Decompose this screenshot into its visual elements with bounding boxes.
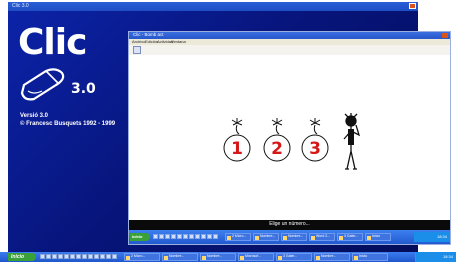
activity-window: Clic - Bomb act Archivo Edición Activida… xyxy=(128,31,451,245)
quick-launch-icon[interactable] xyxy=(70,254,75,259)
inner-taskbar-button[interactable]: Nombre... xyxy=(253,233,279,241)
taskbar-button-label: 2 Micro... xyxy=(131,254,146,258)
bomb-1-label: 1 xyxy=(231,139,243,159)
quick-launch-icon[interactable] xyxy=(82,254,87,259)
quick-launch-icon[interactable] xyxy=(183,234,188,239)
inner-taskbar-button-label: Word 2... xyxy=(316,234,331,238)
quick-launch-icon[interactable] xyxy=(213,234,218,239)
taskbar-button-label: Nombre... xyxy=(321,254,337,258)
quick-launch-icon[interactable] xyxy=(88,254,93,259)
inner-taskbar-button-label: 3 Galer... xyxy=(344,234,359,238)
clic-logo-text: Clic xyxy=(18,22,87,63)
menu-item-ventana[interactable]: Ventana xyxy=(171,39,186,44)
inner-taskbar-button-label: 2 Micro... xyxy=(232,234,247,238)
menu-item-archivo[interactable]: Archivo xyxy=(132,39,145,44)
version-text: Versió 3.0 xyxy=(20,113,49,119)
window-icon xyxy=(283,235,287,240)
inner-taskbar-button-label: Nombre... xyxy=(260,234,276,238)
quick-launch-icon[interactable] xyxy=(153,234,158,239)
start-button[interactable]: Inicio xyxy=(8,253,36,261)
bomb-2-label: 2 xyxy=(271,139,283,159)
window-icon xyxy=(255,235,259,240)
window-icon xyxy=(164,255,168,260)
inner-clock: 18:34 xyxy=(436,234,447,239)
quick-launch-icon[interactable] xyxy=(46,254,51,259)
page-icon[interactable] xyxy=(133,46,141,54)
window-icon xyxy=(202,255,206,260)
window-icon xyxy=(354,255,358,260)
quick-launch-icon[interactable] xyxy=(52,254,57,259)
bomb-3[interactable]: 3 xyxy=(291,117,341,167)
taskbar-button[interactable]: Nombre... xyxy=(200,253,236,261)
thinking-person-icon xyxy=(343,113,361,170)
inner-taskbar-button[interactable]: Word 2... xyxy=(309,233,335,241)
bomb-3-label: 3 xyxy=(309,139,321,159)
splash-titlebar[interactable]: Clic 3.0 xyxy=(8,2,418,11)
inner-start-label: Inicio xyxy=(132,234,143,239)
window-icon xyxy=(367,235,371,240)
taskbar-button[interactable]: 2 Micro... xyxy=(124,253,160,261)
quick-launch-icon[interactable] xyxy=(177,234,182,239)
quick-launch-icon[interactable] xyxy=(201,234,206,239)
window-icon xyxy=(227,235,231,240)
mouse-logo-icon xyxy=(20,68,65,101)
taskbar-button-label: 3 Galer... xyxy=(283,254,298,258)
taskbar-button-label: Nombre... xyxy=(169,254,185,258)
window-icon xyxy=(126,255,130,260)
inner-start-button[interactable]: Inicio xyxy=(130,233,150,241)
quick-launch-icon[interactable] xyxy=(100,254,105,259)
taskbar-button[interactable]: Nombre... xyxy=(314,253,350,261)
inner-taskbar-button-label: Inicio xyxy=(372,234,381,238)
activity-window-title: Clic - Bomb act xyxy=(133,32,164,37)
taskbar-button[interactable]: Nombre... xyxy=(162,253,198,261)
quick-launch-icon[interactable] xyxy=(189,234,194,239)
window-icon xyxy=(278,255,282,260)
quick-launch-icon[interactable] xyxy=(64,254,69,259)
activity-titlebar[interactable]: Clic - Bomb act xyxy=(129,32,450,39)
instruction-bar: Elige un número... xyxy=(129,220,450,230)
instruction-text: Elige un número... xyxy=(269,221,310,227)
quick-launch-icon[interactable] xyxy=(165,234,170,239)
taskbar-button-label: Microsof... xyxy=(245,254,262,258)
taskbar-button[interactable]: Microsof... xyxy=(238,253,274,261)
quick-launch-icon[interactable] xyxy=(76,254,81,259)
logo-version: 3.0 xyxy=(71,81,96,97)
system-tray: 18:34 xyxy=(415,252,456,262)
window-icon xyxy=(316,255,320,260)
quick-launch-icon[interactable] xyxy=(106,254,111,259)
close-icon[interactable] xyxy=(442,33,448,38)
inner-system-tray: 18:34 xyxy=(414,232,450,242)
window-icon xyxy=(339,235,343,240)
inner-taskbar: Inicio 2 Micro... Nombre... Nombre... Wo… xyxy=(129,230,450,244)
quick-launch-icon[interactable] xyxy=(40,254,45,259)
quick-launch-icon[interactable] xyxy=(171,234,176,239)
window-icon xyxy=(311,235,315,240)
quick-launch-icon[interactable] xyxy=(112,254,117,259)
copyright-text: © Francesc Busquets 1992 - 1999 xyxy=(20,121,116,127)
taskbar-button[interactable]: Inicio xyxy=(352,253,388,261)
start-label: Inicio xyxy=(11,254,25,260)
inner-taskbar-button-label: Nombre... xyxy=(288,234,304,238)
activity-stage: 1 2 3 xyxy=(129,55,450,220)
quick-launch-icon[interactable] xyxy=(58,254,63,259)
quick-launch-icon[interactable] xyxy=(159,234,164,239)
window-icon xyxy=(240,255,244,260)
quick-launch-icon[interactable] xyxy=(207,234,212,239)
inner-taskbar-button[interactable]: 2 Micro... xyxy=(225,233,251,241)
clock: 18:34 xyxy=(442,254,453,259)
taskbar-button-label: Inicio xyxy=(359,254,368,258)
splash-window-title: Clic 3.0 xyxy=(12,3,29,9)
inner-taskbar-button[interactable]: 3 Galer... xyxy=(337,233,363,241)
quick-launch-icon[interactable] xyxy=(195,234,200,239)
taskbar-button[interactable]: 3 Galer... xyxy=(276,253,312,261)
close-icon[interactable] xyxy=(409,3,416,9)
inner-taskbar-button[interactable]: Inicio xyxy=(365,233,391,241)
inner-taskbar-button[interactable]: Nombre... xyxy=(281,233,307,241)
quick-launch-icon[interactable] xyxy=(94,254,99,259)
taskbar-button-label: Nombre... xyxy=(207,254,223,258)
desktop-taskbar: Inicio 2 Micro... Nombre... Nombre... Mi… xyxy=(0,252,456,262)
